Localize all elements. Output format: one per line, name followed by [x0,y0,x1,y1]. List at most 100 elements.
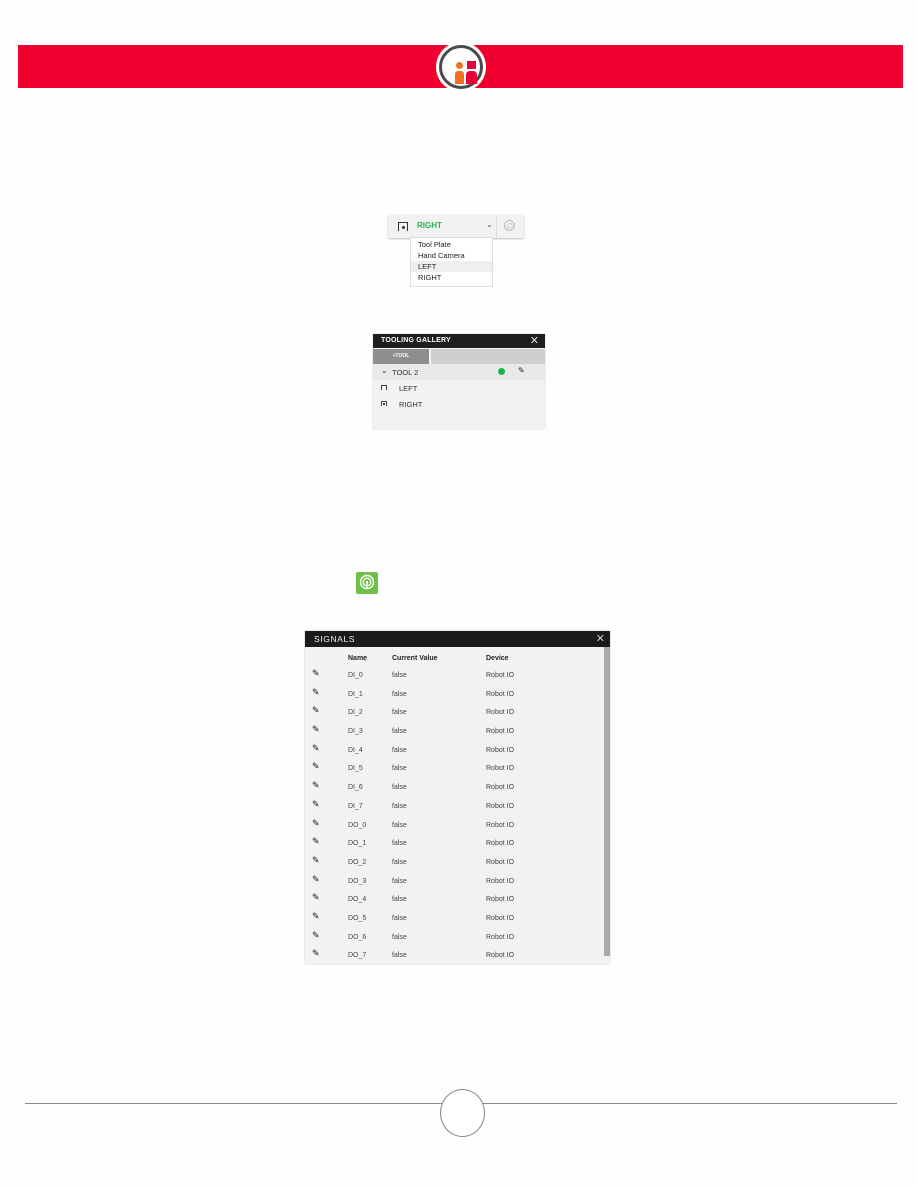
table-row[interactable]: ✎ DO_4 false Robot IO [305,890,610,909]
table-row[interactable]: ✎ DI_7 false Robot IO [305,797,610,816]
table-row[interactable]: ✎ DI_0 false Robot IO [305,666,610,685]
table-row[interactable]: ✎ DO_6 false Robot IO [305,928,610,947]
pencil-icon[interactable]: ✎ [312,930,320,941]
signal-device: Robot IO [486,858,515,866]
table-row[interactable]: ✎ DO_5 false Robot IO [305,909,610,928]
pencil-icon[interactable]: ✎ [312,836,320,847]
signal-name: DI_0 [348,672,363,679]
pencil-icon[interactable]: ✎ [312,892,320,903]
signal-name: DI_2 [348,709,363,717]
table-row[interactable]: ✎ DI_3 false Robot IO [305,722,610,741]
pencil-icon[interactable]: ✎ [312,780,320,791]
pencil-icon[interactable]: ✎ [312,724,320,735]
logo-dot [456,62,463,69]
frame-option-hand-camera[interactable]: Hand Camera [411,250,492,261]
pencil-icon[interactable]: ✎ [312,743,320,754]
frame-selector-dropdown[interactable]: RIGHT ⌄ [388,215,524,238]
signal-device: Robot IO [486,802,515,810]
signal-value: false [392,840,407,848]
pencil-icon[interactable]: ✎ [518,366,525,375]
frame-option-left[interactable]: LEFT [411,261,492,272]
signals-table-body: ✎ DI_0 false Robot IO ✎ DI_1 false Robot IO ✎ DI_… [305,666,610,964]
pencil-icon[interactable]: ✎ [312,818,320,829]
frame-row-left[interactable]: LEFT [373,380,545,396]
signal-name: DI_4 [348,746,363,754]
frame-option-tool-plate[interactable]: Tool Plate [411,239,492,250]
tooling-gallery-titlebar: TOOLING GALLERY ✕ [373,334,545,348]
camera-frame-icon [398,222,408,231]
table-row[interactable]: ✎ DI_6 false Robot IO [305,778,610,797]
signal-name: DI_7 [348,802,363,810]
table-row[interactable]: ✎ DO_7 false Robot IO [305,946,610,964]
pencil-icon[interactable]: ✎ [312,911,320,922]
close-icon[interactable]: ✕ [530,334,539,348]
signal-name: DO_0 [348,821,367,829]
signal-device: Robot IO [486,672,515,679]
scrollbar[interactable] [604,647,610,956]
signal-device: Robot IO [486,896,515,904]
frame-filled-icon [381,401,387,406]
divider [496,215,497,238]
signal-value: false [392,821,407,829]
signal-device: Robot IO [486,765,515,773]
close-icon[interactable]: ✕ [596,632,605,645]
signal-device: Robot IO [486,784,515,792]
signal-value: false [392,709,407,717]
logo-stem [455,71,464,84]
signal-value: false [392,896,407,904]
signal-device: Robot IO [486,877,515,885]
column-header-name[interactable]: Name [348,655,367,662]
signal-value: false [392,933,407,941]
signal-name: DO_4 [348,896,367,904]
pencil-icon[interactable]: ✎ [312,705,320,716]
table-row[interactable]: ✎ DO_2 false Robot IO [305,853,610,872]
signals-title: SIGNALS [314,634,356,644]
signal-device: Robot IO [486,952,515,960]
frame-selected-value: RIGHT [417,221,442,230]
tooling-gallery-title: TOOLING GALLERY [381,337,451,344]
frame-row-right[interactable]: RIGHT [373,396,545,412]
table-row[interactable]: ✎ DO_0 false Robot IO [305,816,610,835]
column-header-current-value[interactable]: Current Value [392,655,438,662]
column-header-device[interactable]: Device [486,655,509,662]
pencil-icon[interactable]: ✎ [312,855,320,866]
signal-name: DO_2 [348,858,367,866]
page-number-badge [440,1089,485,1137]
pencil-icon[interactable]: ✎ [312,948,320,959]
frame-label: LEFT [399,384,418,393]
logo-ring [439,45,483,89]
status-dot-icon [498,368,505,375]
add-tool-button[interactable]: +TOOL [373,349,431,364]
signals-panel: SIGNALS ✕ Name Current Value Device ✎ DI_… [305,631,610,964]
signals-icon[interactable] [356,572,378,594]
signal-name: DO_6 [348,933,367,941]
table-row[interactable]: ✎ DI_4 false Robot IO [305,741,610,760]
table-row[interactable]: ✎ DI_1 false Robot IO [305,685,610,704]
signal-name: DO_1 [348,840,367,848]
signals-titlebar: SIGNALS ✕ [305,631,610,647]
pencil-icon[interactable]: ✎ [312,799,320,810]
target-icon[interactable] [504,220,515,231]
chevron-down-icon[interactable]: ⌄ [486,220,493,229]
pencil-icon[interactable]: ✎ [312,761,320,772]
tooling-gallery-panel: TOOLING GALLERY ✕ +TOOL ⌄ TOOL 2 ✎ LEFT … [373,334,545,429]
table-row[interactable]: ✎ DO_3 false Robot IO [305,872,610,891]
signal-value: false [392,802,407,810]
logo-leg [466,71,477,84]
signal-value: false [392,877,407,885]
pencil-icon[interactable]: ✎ [312,668,320,679]
signal-device: Robot IO [486,933,515,941]
pencil-icon[interactable]: ✎ [312,874,320,885]
signal-device: Robot IO [486,821,515,829]
signal-value: false [392,858,407,866]
chevron-down-icon[interactable]: ⌄ [381,366,388,375]
pencil-icon[interactable]: ✎ [312,687,320,698]
table-row[interactable]: ✎ DI_5 false Robot IO [305,759,610,778]
table-row[interactable]: ✎ DI_2 false Robot IO [305,703,610,722]
signal-name: DO_7 [348,952,367,960]
signal-value: false [392,672,407,679]
table-row[interactable]: ✎ DO_1 false Robot IO [305,834,610,853]
tool-row[interactable]: ⌄ TOOL 2 ✎ [373,364,545,380]
frame-option-right[interactable]: RIGHT [411,272,492,283]
rethink-robotics-logo-icon [436,42,486,92]
